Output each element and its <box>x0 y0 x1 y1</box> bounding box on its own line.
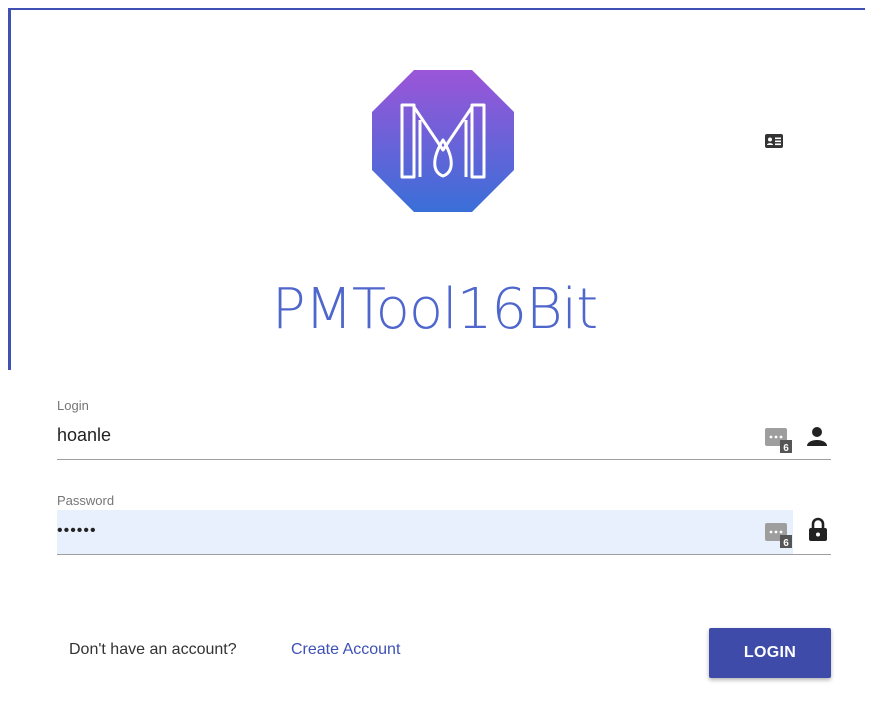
password-label: Password <box>57 493 115 508</box>
password-input[interactable] <box>57 510 793 552</box>
login-field[interactable]: Login 6 <box>57 398 831 460</box>
login-button[interactable]: LOGIN <box>709 628 831 678</box>
create-account-link[interactable]: Create Account <box>291 641 400 659</box>
lock-icon <box>809 517 827 541</box>
top-border <box>8 8 865 10</box>
app-title: PMTool16Bit <box>271 277 598 342</box>
id-card-icon[interactable] <box>764 133 784 149</box>
password-manager-badge: 6 <box>783 538 789 549</box>
password-manager-icon[interactable]: 6 <box>765 523 793 549</box>
login-label: Login <box>57 398 89 413</box>
login-input[interactable] <box>57 414 793 456</box>
password-field[interactable]: Password 6 <box>57 493 831 555</box>
app-logo-icon <box>372 70 514 212</box>
password-underline <box>57 554 831 555</box>
password-manager-badge: 6 <box>783 443 789 454</box>
login-underline <box>57 459 831 460</box>
signup-prompt: Don't have an account? <box>69 641 237 658</box>
person-icon <box>807 427 827 446</box>
password-manager-icon[interactable]: 6 <box>765 428 793 454</box>
